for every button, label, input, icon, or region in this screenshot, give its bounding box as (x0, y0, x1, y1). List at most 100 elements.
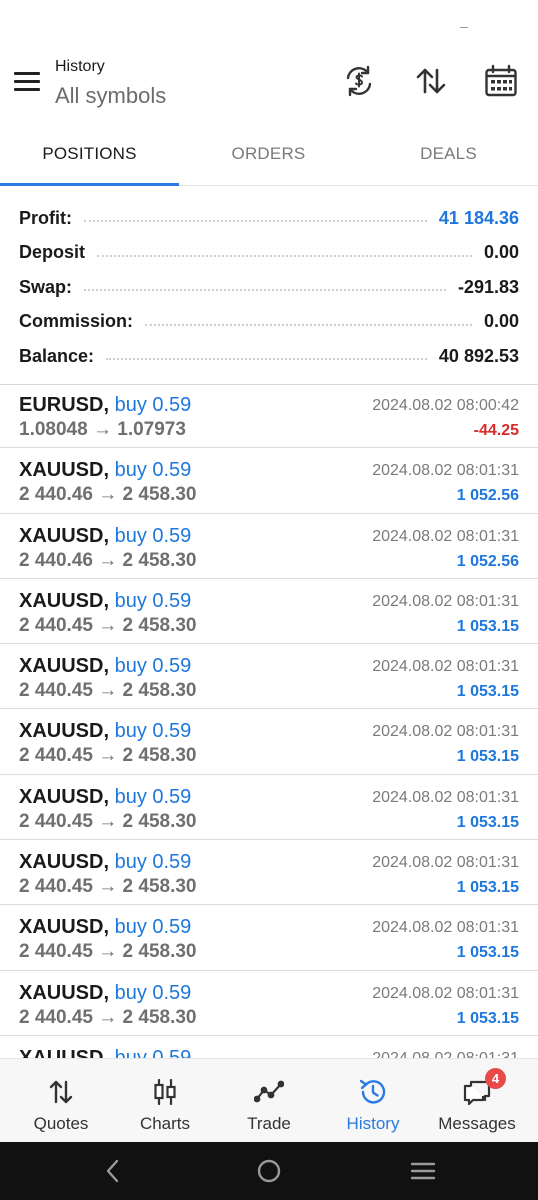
summary-row-swap: Swap: -291.83 (19, 270, 519, 305)
summary-row-balance: Balance: 40 892.53 (19, 339, 519, 374)
status-indicator (460, 27, 468, 28)
calendar-icon[interactable] (484, 64, 518, 98)
unread-badge: 4 (485, 1068, 506, 1089)
trade-side: buy 0.59 (114, 589, 192, 612)
trade-side: buy 0.59 (114, 394, 192, 416)
symbol-name: XAUUSD, (19, 916, 110, 939)
trade-side: buy 0.59 (114, 655, 192, 678)
position-time: 2024.08.02 08:00:42 (372, 397, 519, 414)
position-time: 2024.08.02 08:01:31 (372, 919, 519, 937)
open-price: 2 440.46 (19, 549, 93, 571)
position-symbol: XAUUSD, buy 0.59 (19, 851, 191, 874)
position-symbol: XAUUSD, buy 0.59 (19, 916, 191, 939)
summary-label: Commission: (19, 311, 134, 332)
position-row[interactable]: XAUUSD, buy 0.59 2 440.45 → 2 458.30 2024.… (0, 709, 538, 775)
close-price: 2 458.30 (122, 614, 197, 636)
position-symbol: XAUUSD, buy 0.59 (19, 459, 191, 482)
tab-orders[interactable]: ORDERS (179, 122, 358, 186)
price-range: 2 440.45 → 2 458.30 (19, 615, 197, 637)
summary-value: -291.83 (457, 276, 519, 297)
position-profit: 1 053.15 (456, 879, 519, 897)
close-price: 2 458.30 (122, 680, 197, 702)
position-profit: 1 052.56 (456, 552, 519, 570)
position-profit: -44.25 (473, 422, 519, 439)
position-row[interactable]: XAUUSD, buy 0.59 2 440.45 → 2 458.30 2024.… (0, 971, 538, 1036)
back-icon[interactable] (98, 1156, 128, 1186)
position-row[interactable]: XAUUSD, buy 0.59 2 440.45 → 2 458.30 2024.… (0, 644, 538, 710)
position-profit: 1 053.15 (456, 944, 519, 962)
nav-charts[interactable]: Charts (113, 1059, 217, 1143)
symbol-name: EURUSD, (19, 394, 110, 416)
summary-value: 0.00 (483, 311, 519, 332)
arrow-right-icon: → (98, 810, 118, 832)
tab-positions[interactable]: POSITIONS (0, 122, 179, 186)
tab-deals[interactable]: DEALS (359, 122, 538, 186)
position-profit: 1 053.15 (456, 748, 519, 766)
summary-row-profit: Profit: 41 184.36 (19, 201, 519, 236)
summary-value: 40 892.53 (438, 345, 519, 366)
position-profit: 1 053.15 (456, 617, 519, 635)
page-title: History (55, 58, 105, 75)
history-icon (358, 1077, 388, 1107)
close-price: 2 458.30 (122, 549, 197, 571)
position-profit: 1 053.15 (456, 683, 519, 701)
recent-apps-icon[interactable] (408, 1156, 438, 1186)
position-row[interactable]: XAUUSD, buy 0.59 2 440.45 → 2 458.30 2024.… (0, 775, 538, 841)
trade-side: buy 0.59 (114, 524, 192, 547)
summary-label: Swap: (19, 276, 73, 297)
price-range: 2 440.45 → 2 458.30 (19, 680, 197, 702)
sort-icon[interactable] (414, 64, 448, 98)
position-row[interactable]: XAUUSD, buy 0.59 2 440.46 → 2 458.30 2024.… (0, 448, 538, 514)
position-time: 2024.08.02 08:01:31 (372, 788, 519, 806)
position-time: 2024.08.02 08:01:31 (372, 592, 519, 610)
position-row[interactable]: XAUUSD, buy 0.59 2024.08.02 08:01:31 (0, 1036, 538, 1058)
menu-icon[interactable] (14, 72, 42, 96)
trade-side: buy 0.59 (114, 1046, 192, 1058)
symbol-filter[interactable]: All symbols (55, 83, 166, 109)
nav-label: Quotes (33, 1114, 89, 1133)
position-profit: 1 053.15 (456, 813, 519, 831)
arrow-right-icon: → (98, 1006, 118, 1028)
summary-value: 0.00 (483, 242, 519, 263)
position-row[interactable]: XAUUSD, buy 0.59 2 440.45 → 2 458.30 2024.… (0, 579, 538, 645)
charts-icon (150, 1077, 180, 1107)
close-price: 2 458.30 (122, 745, 197, 767)
position-time: 2024.08.02 08:01:31 (372, 854, 519, 872)
currency-exchange-icon[interactable] (342, 64, 376, 98)
trade-side: buy 0.59 (114, 981, 192, 1004)
position-row[interactable]: EURUSD, buy 0.59 1.08048 → 1.07973 2024.08… (0, 383, 538, 449)
position-row[interactable]: XAUUSD, buy 0.59 2 440.45 → 2 458.30 2024.… (0, 840, 538, 906)
arrow-right-icon: → (98, 484, 118, 506)
nav-label: Messages (438, 1114, 516, 1133)
summary-label: Deposit (19, 242, 86, 263)
status-bar (0, 0, 538, 50)
symbol-name: XAUUSD, (19, 524, 110, 547)
close-price: 2 458.30 (122, 810, 197, 832)
trade-side: buy 0.59 (114, 916, 192, 939)
symbol-name: XAUUSD, (19, 589, 110, 612)
app-header: History All symbols (0, 50, 538, 122)
position-row[interactable]: XAUUSD, buy 0.59 2 440.45 → 2 458.30 2024.… (0, 905, 538, 971)
nav-history[interactable]: History (321, 1059, 425, 1143)
nav-messages[interactable]: 4 Messages (425, 1059, 529, 1143)
account-summary: Profit: 41 184.36 Deposit 0.00 Swap: -29… (0, 186, 538, 385)
arrow-right-icon: → (98, 549, 118, 571)
close-price: 2 458.30 (122, 1006, 197, 1028)
summary-label: Profit: (19, 207, 72, 228)
trade-side: buy 0.59 (114, 459, 192, 482)
arrow-right-icon: → (98, 745, 118, 767)
home-icon[interactable] (254, 1156, 284, 1186)
position-time: 2024.08.02 08:01:31 (372, 723, 519, 741)
nav-label: Trade (247, 1114, 291, 1133)
active-tab-indicator (0, 183, 179, 186)
positions-list: EURUSD, buy 0.59 1.08048 → 1.07973 2024.08… (0, 383, 538, 1058)
summary-value: 41 184.36 (438, 207, 519, 228)
nav-quotes[interactable]: Quotes (9, 1059, 113, 1143)
position-row[interactable]: XAUUSD, buy 0.59 2 440.46 → 2 458.30 2024.… (0, 514, 538, 579)
trade-side: buy 0.59 (114, 785, 192, 808)
nav-trade[interactable]: Trade (217, 1059, 321, 1143)
arrow-right-icon: → (98, 876, 118, 898)
system-navigation-bar (0, 1142, 538, 1200)
price-range: 2 440.46 → 2 458.30 (19, 550, 197, 572)
position-symbol: EURUSD, buy 0.59 (19, 394, 191, 417)
